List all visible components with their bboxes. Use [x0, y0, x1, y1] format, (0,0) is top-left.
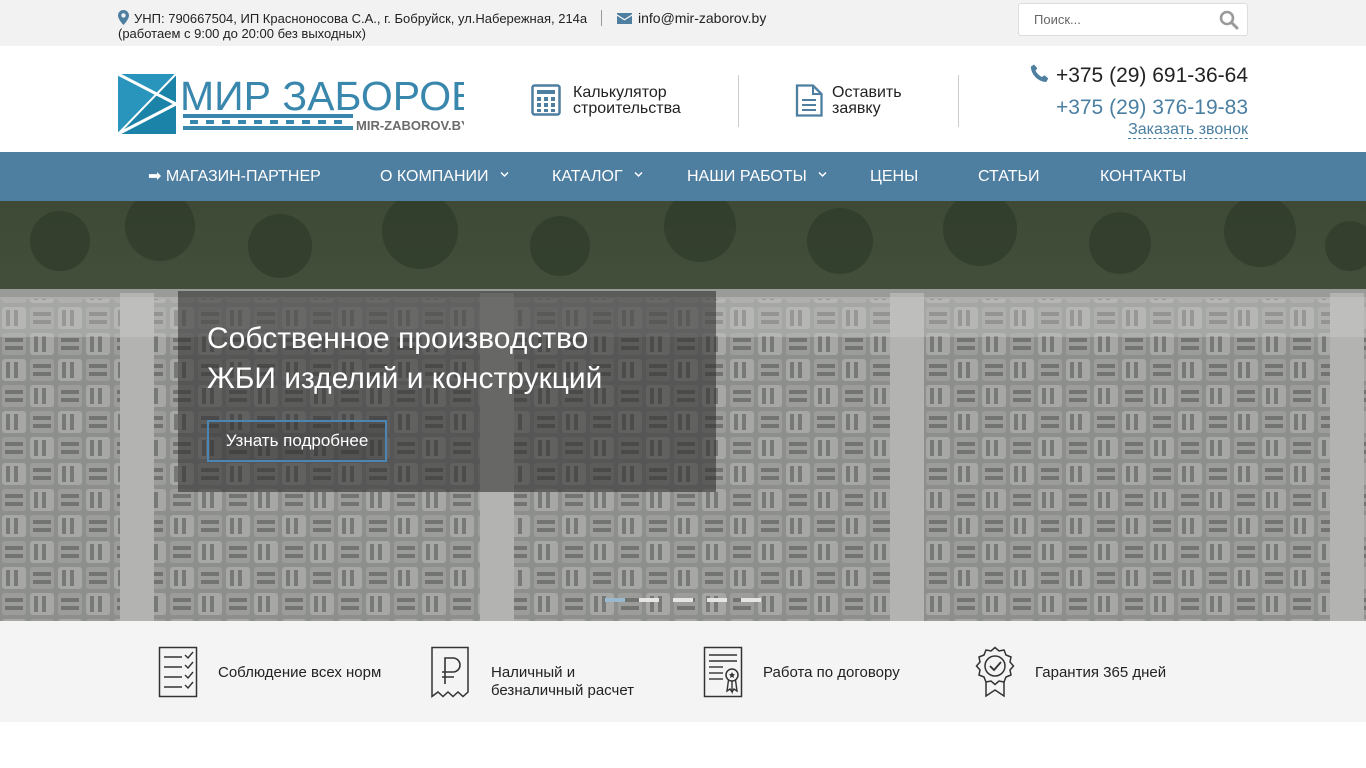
top-bar: УНП: 790667504, ИП Красноносова С.А., г.… — [0, 0, 1366, 46]
slider-dot-4[interactable] — [707, 598, 727, 602]
nav-item-about[interactable]: О КОМПАНИИ — [380, 152, 489, 201]
feature-contract: Работа по договору — [703, 621, 943, 722]
nav-item-contacts[interactable]: КОНТАКТЫ — [1100, 152, 1186, 201]
phone-icon — [1030, 64, 1049, 82]
nav-item-our-works[interactable]: НАШИ РАБОТЫ — [687, 152, 807, 201]
guarantee-badge-icon — [975, 646, 1015, 698]
nav-item-articles[interactable]: СТАТЬИ — [978, 152, 1039, 201]
search-input[interactable] — [1019, 4, 1214, 35]
phone-secondary[interactable]: +375 (29) 376-19-83 — [1056, 96, 1248, 120]
feature-guarantee: Гарантия 365 дней — [975, 621, 1215, 722]
feature-payment: Наличный и безналичный расчет — [430, 621, 670, 722]
feature-payment-text-1: Наличный и — [491, 664, 576, 681]
email-link[interactable]: info@mir-zaborov.by — [617, 10, 766, 26]
feature-standards: Соблюдение всех норм — [158, 621, 398, 722]
hero-title-line2: ЖБИ изделий и конструкций — [207, 362, 603, 395]
request-label-2: заявку — [832, 100, 881, 117]
company-address: УНП: 790667504, ИП Красноносова С.А., г.… — [118, 10, 587, 41]
ruble-receipt-icon — [431, 646, 469, 698]
feature-payment-text-2: безналичный расчет — [491, 682, 635, 699]
order-callback-link[interactable]: Заказать звонок — [1128, 121, 1248, 139]
address-line1: УНП: 790667504, ИП Красноносова С.А., г.… — [134, 11, 588, 26]
logo-subtitle: MIR-ZABOROV.BY — [356, 118, 464, 133]
search-box — [1018, 3, 1248, 36]
topbar-divider — [601, 10, 602, 26]
header-divider-1 — [738, 75, 739, 127]
calculator-label-1: Калькулятор — [573, 84, 667, 101]
logo-title: МИР ЗАБОРОВ — [180, 74, 464, 119]
site-logo[interactable]: МИР ЗАБОРОВ MIR-ZABOROV.BY — [118, 74, 464, 134]
nav-item-prices[interactable]: ЦЕНЫ — [870, 152, 918, 201]
nav-item-partner-shop[interactable]: ➡ МАГАЗИН-ПАРТНЕР — [148, 152, 321, 201]
slider-dot-5[interactable] — [741, 598, 761, 602]
hero-title-line1: Собственное производство — [207, 322, 589, 355]
learn-more-button[interactable]: Узнать подробнее — [207, 420, 387, 462]
hero-title: Собственное производство ЖБИ изделий и к… — [207, 319, 727, 399]
hero-slider: Собственное производство ЖБИ изделий и к… — [0, 201, 1366, 621]
slider-dot-2[interactable] — [639, 598, 659, 602]
email-text: info@mir-zaborov.by — [638, 10, 767, 26]
phone-primary-text: +375 (29) 691-36-64 — [1055, 64, 1248, 87]
calculator-link[interactable]: Калькулятор строительства — [531, 84, 711, 118]
envelope-icon — [617, 13, 632, 24]
header-divider-2 — [958, 75, 959, 127]
features-strip: Соблюдение всех норм Наличный и безналич… — [0, 621, 1366, 722]
feature-guarantee-text: Гарантия 365 дней — [1035, 664, 1167, 681]
checklist-icon — [158, 646, 198, 698]
chevron-down-icon[interactable] — [818, 170, 827, 179]
leave-request-link[interactable]: Оставить заявку — [795, 84, 925, 118]
chevron-down-icon[interactable] — [500, 170, 509, 179]
feature-contract-text: Работа по договору — [763, 664, 900, 681]
feature-standards-text: Соблюдение всех норм — [218, 664, 382, 681]
calculator-label-2: строительства — [573, 100, 681, 117]
main-navigation: ➡ МАГАЗИН-ПАРТНЕР О КОМПАНИИ КАТАЛОГ НАШ… — [0, 152, 1366, 201]
nav-item-catalog[interactable]: КАТАЛОГ — [552, 152, 623, 201]
location-pin-icon — [118, 10, 129, 25]
document-icon — [795, 84, 823, 117]
address-line2: (работаем с 9:00 до 20:00 без выходных) — [118, 26, 366, 41]
slider-dot-1[interactable] — [605, 598, 625, 602]
phone-primary[interactable]: +375 (29) 691-36-64 — [1030, 64, 1248, 88]
slider-dot-3[interactable] — [673, 598, 693, 602]
calculator-icon — [531, 84, 561, 116]
contract-icon — [703, 646, 743, 698]
search-icon[interactable] — [1219, 10, 1239, 30]
request-label-1: Оставить — [832, 84, 902, 101]
chevron-down-icon[interactable] — [634, 170, 643, 179]
